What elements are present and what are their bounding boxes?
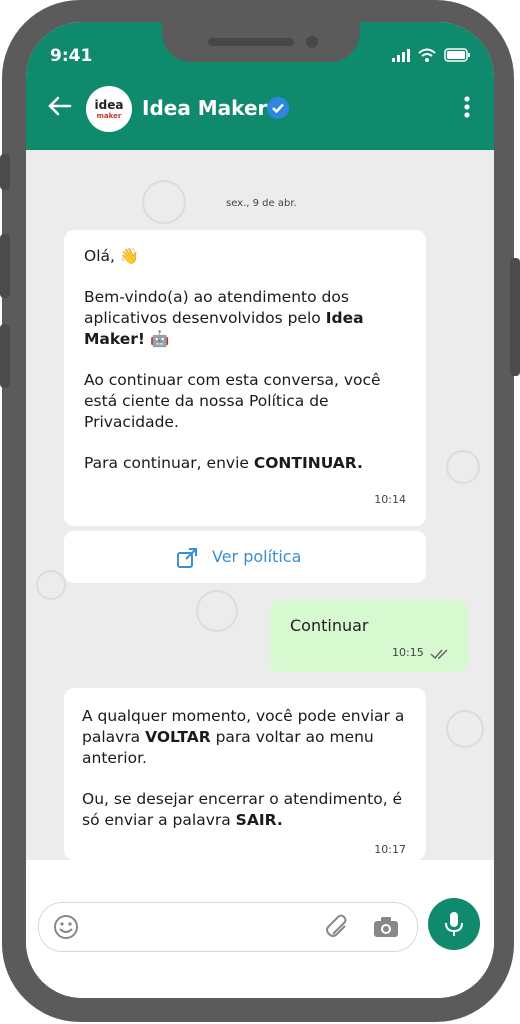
battery-icon (444, 48, 470, 62)
message-text: Ao continuar com esta conversa, você est… (84, 371, 381, 431)
back-icon[interactable] (48, 96, 72, 116)
wallpaper-doodle (196, 590, 238, 632)
avatar[interactable]: idea maker (86, 86, 132, 132)
double-check-icon (430, 649, 448, 660)
emoji-icon[interactable] (53, 914, 79, 940)
side-button (0, 234, 10, 298)
view-policy-button[interactable]: Ver política (64, 530, 426, 583)
wallpaper-doodle (446, 710, 484, 748)
menu-icon[interactable] (464, 96, 470, 118)
signal-icon (392, 49, 410, 62)
message-time: 10:17 (374, 843, 406, 856)
power-button (510, 258, 520, 376)
side-button (0, 154, 10, 190)
avatar-logo-sub: maker (96, 112, 122, 120)
mic-button[interactable] (428, 898, 480, 950)
external-link-icon (177, 548, 197, 568)
input-bar (26, 860, 494, 998)
side-button (0, 324, 10, 388)
speaker (208, 38, 294, 46)
message-text: Para continuar, envie CONTINUAR. (84, 454, 363, 472)
wallpaper-doodle (446, 450, 480, 484)
avatar-logo-text: idea (94, 98, 124, 112)
message-bubble-received: A qualquer momento, você pode enviar a p… (64, 688, 426, 860)
front-camera (306, 36, 318, 48)
screen: 9:41 idea maker Idea Maker sex., 9 de ab… (26, 22, 494, 998)
wallpaper-doodle (142, 180, 186, 224)
message-time: 10:15 (392, 646, 424, 659)
date-separator: sex., 9 de abr. (226, 198, 297, 209)
message-text: A qualquer momento, você pode enviar a p… (82, 707, 405, 767)
message-text: Bem-vindo(a) ao atendimento dos aplicati… (84, 288, 364, 348)
message-text: Continuar (290, 616, 369, 635)
chat-header: 9:41 idea maker Idea Maker (26, 22, 494, 150)
camera-icon[interactable] (373, 916, 399, 938)
mic-icon (445, 912, 463, 936)
status-icons (392, 48, 472, 62)
message-bubble-received: Olá, 👋 Bem-vindo(a) ao atendimento dos a… (64, 230, 426, 526)
attach-icon[interactable] (325, 914, 351, 940)
view-policy-label: Ver política (212, 547, 302, 566)
message-text: Ou, se desejar encerrar o atendimento, é… (82, 790, 403, 829)
message-text: Olá, 👋 (84, 247, 140, 265)
chat-area: sex., 9 de abr. Olá, 👋 Bem-vindo(a) ao a… (26, 150, 494, 860)
message-input[interactable] (38, 902, 418, 952)
message-bubble-sent: Continuar 10:15 (270, 600, 468, 672)
wallpaper-doodle (36, 570, 66, 600)
status-time: 9:41 (50, 46, 93, 66)
contact-name[interactable]: Idea Maker (142, 96, 267, 120)
wifi-icon (418, 48, 436, 62)
message-time: 10:14 (374, 493, 406, 506)
verified-icon (267, 97, 289, 119)
